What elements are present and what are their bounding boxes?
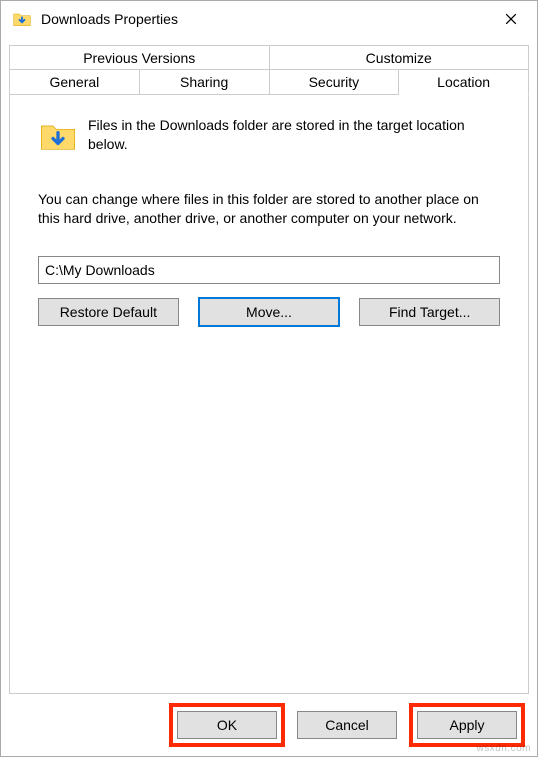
dialog-footer: OK Cancel Apply wsxdn.com [1, 694, 537, 756]
tab-general[interactable]: General [9, 69, 140, 95]
titlebar: Downloads Properties [1, 1, 537, 37]
properties-dialog: Downloads Properties Previous Versions C… [0, 0, 538, 757]
intro-text: Files in the Downloads folder are stored… [88, 116, 500, 154]
find-target-button[interactable]: Find Target... [359, 298, 500, 326]
tab-location[interactable]: Location [399, 69, 529, 95]
downloads-folder-large-icon [38, 116, 78, 156]
tab-security[interactable]: Security [270, 69, 400, 95]
location-action-row: Restore Default Move... Find Target... [38, 298, 500, 326]
ok-highlight: OK [169, 703, 285, 747]
apply-highlight: Apply [409, 703, 525, 747]
tab-sharing[interactable]: Sharing [140, 69, 270, 95]
description-text: You can change where files in this folde… [38, 190, 500, 228]
tab-panel-location: Files in the Downloads folder are stored… [9, 94, 529, 694]
dialog-body: Previous Versions Customize General Shar… [1, 37, 537, 694]
move-button[interactable]: Move... [199, 298, 340, 326]
location-path-input[interactable] [38, 256, 500, 284]
close-button[interactable] [489, 3, 533, 35]
window-title: Downloads Properties [41, 11, 489, 27]
ok-button[interactable]: OK [177, 711, 277, 739]
apply-button[interactable]: Apply [417, 711, 517, 739]
downloads-folder-icon [11, 8, 33, 30]
cancel-button[interactable]: Cancel [297, 711, 397, 739]
restore-default-button[interactable]: Restore Default [38, 298, 179, 326]
tab-strip: Previous Versions Customize General Shar… [9, 45, 529, 95]
tab-previous-versions[interactable]: Previous Versions [9, 45, 270, 70]
tab-customize[interactable]: Customize [270, 45, 530, 70]
